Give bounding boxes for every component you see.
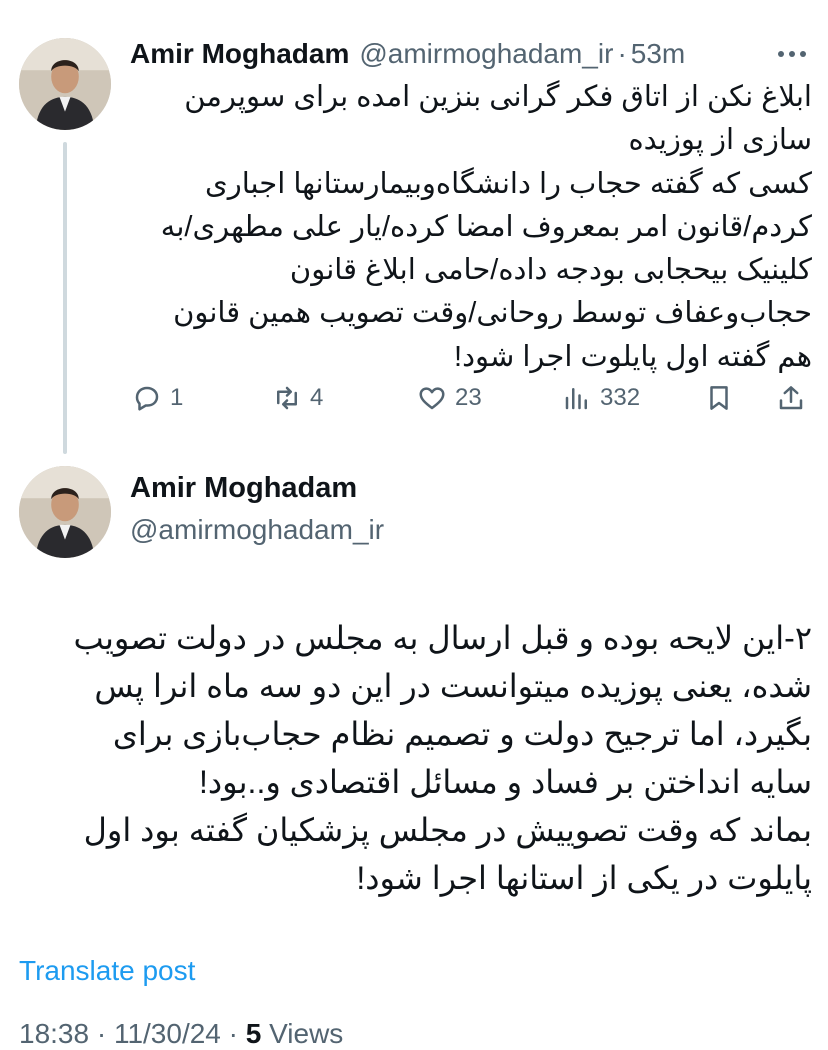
share-button[interactable] bbox=[776, 378, 806, 418]
like-icon bbox=[419, 387, 445, 410]
avatar-image bbox=[19, 38, 111, 130]
like-count: 23 bbox=[455, 384, 482, 411]
repost-count: 4 bbox=[310, 384, 324, 411]
author-handle[interactable]: @amirmoghadam_ir bbox=[130, 514, 384, 546]
post-timestamp[interactable]: 18:38 · 11/30/24 · bbox=[19, 1018, 246, 1049]
post-time[interactable]: 53m bbox=[631, 38, 685, 70]
tweet-text: ابلاغ نکن از اتاق فکر گرانی بنزین امده ب… bbox=[160, 81, 812, 373]
repost-button[interactable]: 4 bbox=[272, 378, 323, 418]
repost-icon bbox=[277, 386, 297, 410]
separator-dot: · bbox=[617, 38, 627, 69]
more-icon bbox=[778, 51, 806, 57]
reply-count: 1 bbox=[170, 384, 184, 411]
like-button[interactable]: 23 bbox=[417, 378, 482, 418]
author-name[interactable]: Amir Moghadam bbox=[130, 472, 357, 505]
reply-button[interactable]: 1 bbox=[132, 378, 183, 418]
reply-icon bbox=[135, 386, 159, 411]
avatar[interactable] bbox=[19, 466, 111, 558]
views-button[interactable]: 332 bbox=[562, 378, 640, 418]
tweet-actions: 1 4 23 332 bbox=[0, 378, 828, 418]
bookmark-icon bbox=[710, 386, 728, 410]
bookmark-button[interactable] bbox=[704, 378, 734, 418]
author-handle[interactable]: @amirmoghadam_ir bbox=[359, 38, 613, 70]
more-options-button[interactable] bbox=[772, 36, 812, 72]
views-count: 332 bbox=[600, 384, 641, 411]
avatar-image bbox=[19, 466, 111, 558]
views-label: Views bbox=[261, 1018, 344, 1049]
tweet-header: Amir Moghadam @amirmoghadam_ir · 53m bbox=[130, 34, 685, 74]
share-icon bbox=[779, 386, 803, 410]
author-name[interactable]: Amir Moghadam bbox=[130, 38, 349, 70]
tweet-text: ۲-این لایحه بوده و قبل ارسال به مجلس در … bbox=[73, 620, 812, 896]
views-icon bbox=[565, 388, 587, 410]
translate-post-link[interactable]: Translate post bbox=[19, 955, 195, 987]
avatar[interactable] bbox=[19, 38, 111, 130]
post-metadata: 18:38 · 11/30/24 · 5 Views bbox=[19, 1018, 343, 1050]
views-count: 5 bbox=[245, 1018, 262, 1049]
